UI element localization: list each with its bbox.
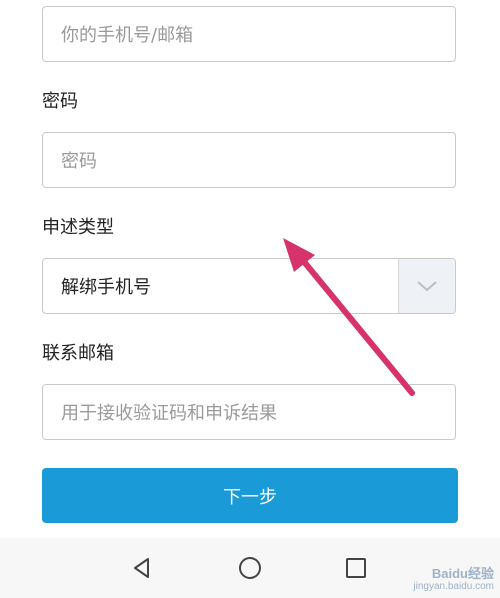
appeal-type-value: 解绑手机号 bbox=[61, 277, 151, 298]
contact-email-label: 联系邮箱 bbox=[42, 343, 114, 364]
appeal-type-select[interactable]: 解绑手机号 bbox=[42, 258, 456, 314]
watermark-main: Baidu经验 bbox=[431, 565, 494, 581]
appeal-type-label: 申述类型 bbox=[42, 217, 114, 238]
home-circle-icon[interactable] bbox=[236, 554, 264, 582]
password-input-placeholder: 密码 bbox=[61, 151, 97, 172]
back-triangle-icon[interactable] bbox=[128, 554, 156, 582]
contact-email-placeholder: 用于接收验证码和申诉结果 bbox=[61, 403, 277, 424]
baidu-jingyan-watermark: Baidu经验 jingyan.baidu.com bbox=[413, 565, 494, 592]
account-input[interactable]: 你的手机号/邮箱 bbox=[42, 6, 456, 62]
watermark-sub: jingyan.baidu.com bbox=[413, 581, 494, 592]
contact-email-input[interactable]: 用于接收验证码和申诉结果 bbox=[42, 384, 456, 440]
password-input[interactable]: 密码 bbox=[42, 132, 456, 188]
recents-square-icon[interactable] bbox=[342, 554, 370, 582]
next-button-label: 下一步 bbox=[223, 486, 277, 508]
next-button[interactable]: 下一步 bbox=[42, 468, 458, 523]
password-label: 密码 bbox=[42, 91, 78, 112]
chevron-down-icon[interactable] bbox=[398, 259, 455, 313]
account-input-placeholder: 你的手机号/邮箱 bbox=[61, 25, 194, 46]
